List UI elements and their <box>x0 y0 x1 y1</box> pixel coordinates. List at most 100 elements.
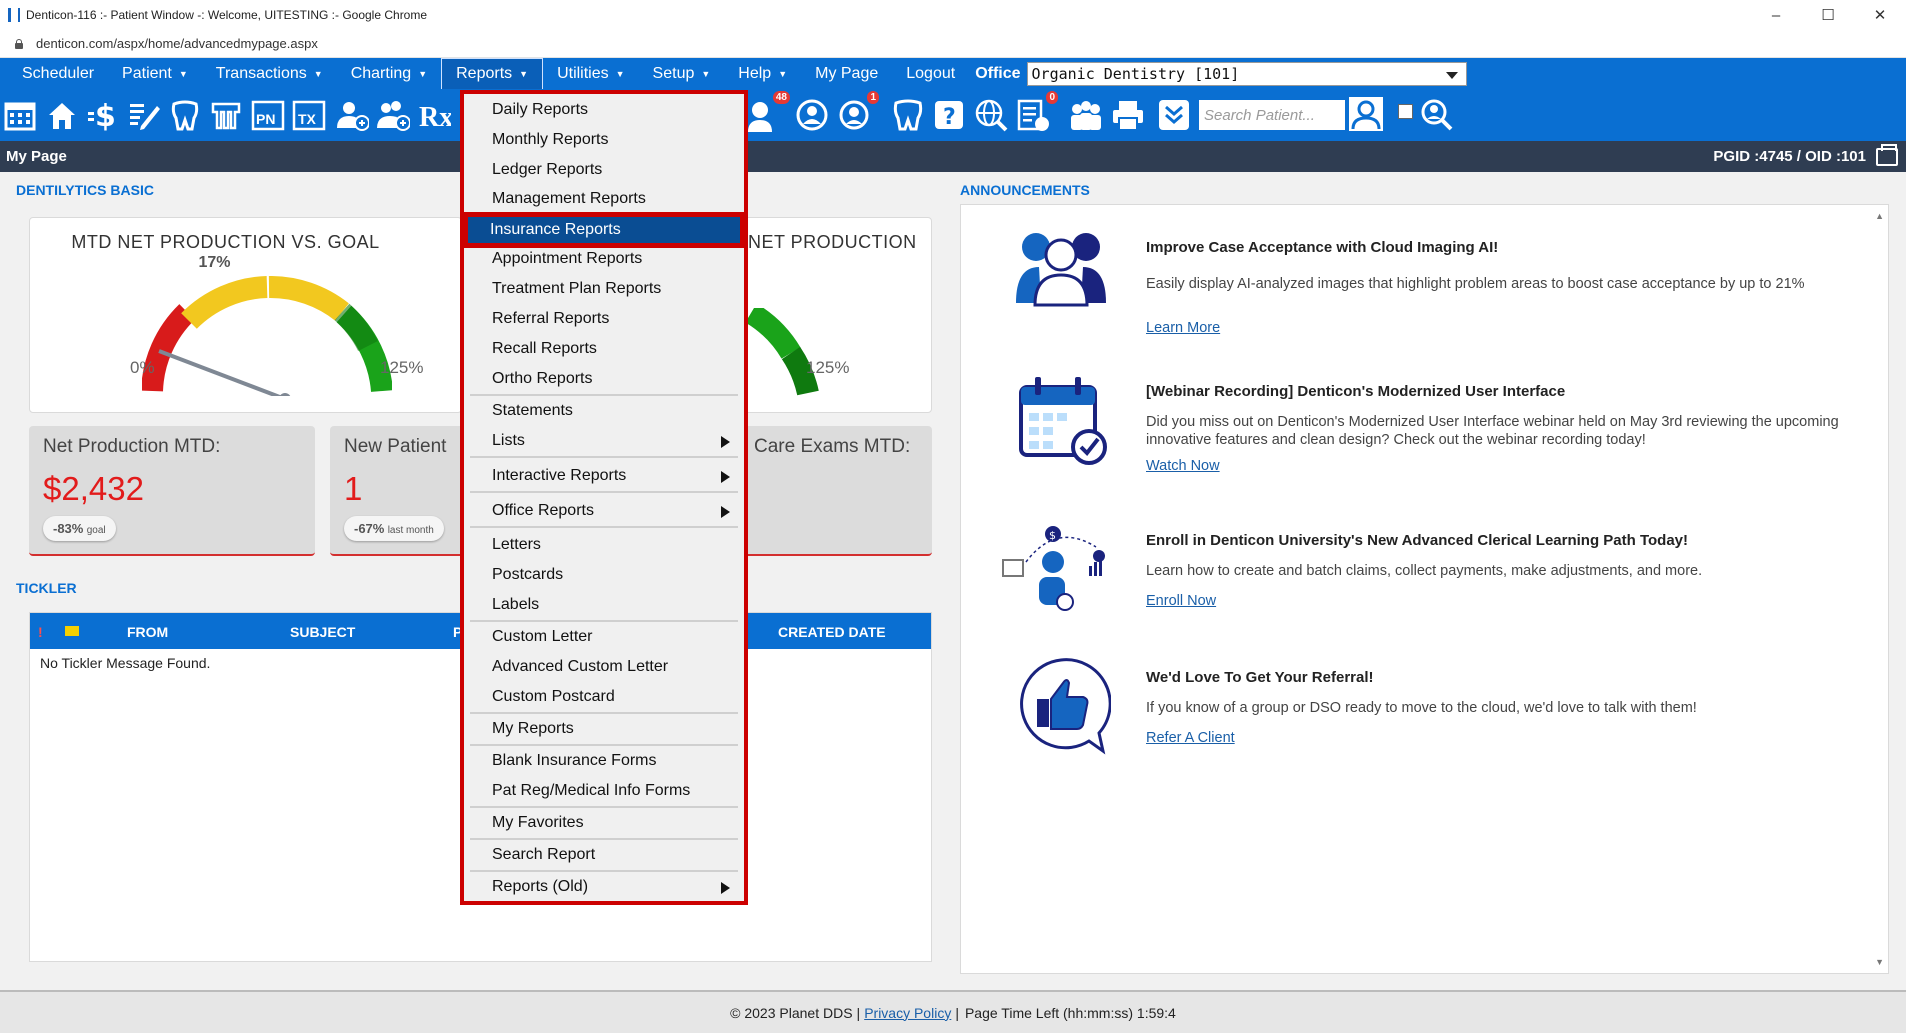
url-text[interactable]: denticon.com/aspx/home/advancedmypage.as… <box>36 36 318 51</box>
patient-lookup-icon[interactable] <box>1349 97 1383 131</box>
close-button[interactable]: ✕ <box>1854 0 1906 30</box>
menu-utilities[interactable]: Utilities ▼ <box>543 58 638 89</box>
globe-search-icon[interactable] <box>974 97 1008 133</box>
calendar-icon[interactable] <box>3 97 37 133</box>
menu-item-daily-reports[interactable]: Daily Reports <box>470 97 738 123</box>
col-created-date[interactable]: CREATED DATE <box>778 624 886 640</box>
menu-setup[interactable]: Setup ▼ <box>639 58 725 89</box>
enroll-now-link[interactable]: Enroll Now <box>1146 593 1216 609</box>
menu-item-office-reports[interactable]: Office Reports <box>470 498 738 524</box>
watch-now-link[interactable]: Watch Now <box>1146 458 1220 474</box>
add-patient-icon[interactable] <box>335 97 369 133</box>
menu-item-postcards[interactable]: Postcards <box>470 562 738 588</box>
menu-item-letters[interactable]: Letters <box>470 532 738 558</box>
menu-logout[interactable]: Logout <box>892 58 969 89</box>
family-icon[interactable] <box>1069 97 1103 133</box>
address-bar[interactable]: denticon.com/aspx/home/advancedmypage.as… <box>0 30 1906 58</box>
menu-item-ledger-reports[interactable]: Ledger Reports <box>470 157 738 183</box>
patient-search-icon[interactable] <box>1420 97 1454 133</box>
patient-search-input[interactable]: Search Patient... <box>1199 100 1345 130</box>
search-option-checkbox[interactable] <box>1398 104 1413 119</box>
menu-item-statements[interactable]: Statements <box>470 398 738 424</box>
notification-icon[interactable]: 1 <box>837 91 879 133</box>
submenu-arrow-icon <box>721 471 730 483</box>
tickler-title: TICKLER <box>16 580 77 596</box>
menu-my-page[interactable]: My Page <box>801 58 892 89</box>
rx-icon[interactable]: Rx <box>417 97 451 133</box>
chevron-down-icon: ▼ <box>178 68 188 79</box>
window-controls: – ☐ ✕ <box>1750 0 1906 30</box>
menu-item-labels[interactable]: Labels <box>470 592 738 618</box>
submenu-arrow-icon <box>721 436 730 448</box>
menu-item-lists[interactable]: Lists <box>470 428 738 454</box>
svg-text:$: $ <box>95 99 116 132</box>
menu-item-recall-reports[interactable]: Recall Reports <box>470 336 738 362</box>
eligibility-icon[interactable]: 0 <box>1016 91 1058 133</box>
scroll-down-icon[interactable]: ▼ <box>1875 957 1884 967</box>
col-from[interactable]: FROM <box>127 624 168 640</box>
menu-item-blank-insurance-forms[interactable]: Blank Insurance Forms <box>470 748 738 774</box>
goal-pill: -83% goal <box>43 516 116 541</box>
announcement-body: Easily display AI-analyzed images that h… <box>1146 276 1805 292</box>
scroll-up-icon[interactable]: ▲ <box>1875 211 1884 221</box>
menu-reports[interactable]: Reports ▼ <box>441 58 544 89</box>
menu-item-custom-postcard[interactable]: Custom Postcard <box>470 684 738 710</box>
maximize-button[interactable]: ☐ <box>1802 0 1854 30</box>
medical-alerts-icon[interactable]: 48 <box>748 91 790 133</box>
menu-transactions[interactable]: Transactions ▼ <box>202 58 337 89</box>
menu-item-monthly-reports[interactable]: Monthly Reports <box>470 127 738 153</box>
mtd-goal-gauge-card: MTD NET PRODUCTION VS. GOAL 17% 0% 125% <box>29 217 462 413</box>
menu-item-search-report[interactable]: Search Report <box>470 842 738 868</box>
tooth-question-icon[interactable]: ? <box>932 97 966 133</box>
teeth-icon[interactable] <box>209 97 243 133</box>
minimize-button[interactable]: – <box>1750 0 1802 30</box>
menu-item-insurance-reports[interactable]: Insurance Reports <box>464 213 744 247</box>
eligibility-count-badge: 0 <box>1046 91 1058 104</box>
menu-help[interactable]: Help ▼ <box>724 58 801 89</box>
add-family-icon[interactable] <box>376 97 410 133</box>
menu-item-interactive-reports[interactable]: Interactive Reports <box>470 463 738 489</box>
main-menu-bar: Scheduler Patient ▼ Transactions ▼ Chartin… <box>0 58 1906 89</box>
menu-item-referral-reports[interactable]: Referral Reports <box>470 306 738 332</box>
print-icon[interactable] <box>1111 97 1145 133</box>
menu-item-appointment-reports[interactable]: Appointment Reports <box>470 246 738 272</box>
gauge-percent: 17% <box>198 254 231 271</box>
menu-item-treatment-plan-reports[interactable]: Treatment Plan Reports <box>470 276 738 302</box>
menu-charting[interactable]: Charting ▼ <box>337 58 441 89</box>
printer-icon[interactable] <box>1876 143 1898 166</box>
menu-item-my-favorites[interactable]: My Favorites <box>470 810 738 836</box>
privacy-policy-link[interactable]: Privacy Policy <box>864 1005 951 1021</box>
menu-item-reports-old[interactable]: Reports (Old) <box>470 874 738 900</box>
menu-item-custom-letter[interactable]: Custom Letter <box>470 624 738 650</box>
dollar-icon[interactable]: $ <box>86 97 120 133</box>
menu-patient[interactable]: Patient ▼ <box>108 58 202 89</box>
menu-scheduler[interactable]: Scheduler <box>0 58 108 89</box>
collapse-icon[interactable] <box>1157 97 1191 133</box>
office-select[interactable]: Organic Dentistry [101] <box>1026 61 1467 86</box>
col-subject[interactable]: SUBJECT <box>290 624 355 640</box>
menu-item-ortho-reports[interactable]: Ortho Reports <box>470 366 738 392</box>
announcement-title: [Webinar Recording] Denticon's Modernize… <box>1146 383 1566 400</box>
learn-more-link[interactable]: Learn More <box>1146 320 1220 336</box>
card-label: Net Production MTD: <box>43 436 221 457</box>
refer-client-link[interactable]: Refer A Client <box>1146 730 1235 746</box>
announcement-body: Learn how to create and batch claims, co… <box>1146 563 1703 579</box>
pn-icon[interactable]: PN <box>251 97 285 133</box>
menu-separator <box>470 806 738 808</box>
chevron-down-icon: ▼ <box>701 68 711 79</box>
menu-item-my-reports[interactable]: My Reports <box>470 716 738 742</box>
menu-item-management-reports[interactable]: Management Reports <box>470 186 738 212</box>
submenu-arrow-icon <box>721 506 730 518</box>
home-icon[interactable] <box>45 97 79 133</box>
treatment-icon[interactable] <box>795 97 829 133</box>
menu-item-pat-reg-medical-forms[interactable]: Pat Reg/Medical Info Forms <box>470 778 738 804</box>
menu-separator <box>470 870 738 872</box>
last-month-pill: -67% last month <box>344 516 444 541</box>
tooth-icon[interactable] <box>168 97 202 133</box>
menu-separator <box>470 744 738 746</box>
menu-item-advanced-custom-letter[interactable]: Advanced Custom Letter <box>470 654 738 680</box>
tooth-outline-icon[interactable] <box>891 97 925 133</box>
edit-chart-icon[interactable] <box>127 97 161 133</box>
tx-icon[interactable]: TX <box>292 97 326 133</box>
card-label: New Patient <box>344 436 447 457</box>
